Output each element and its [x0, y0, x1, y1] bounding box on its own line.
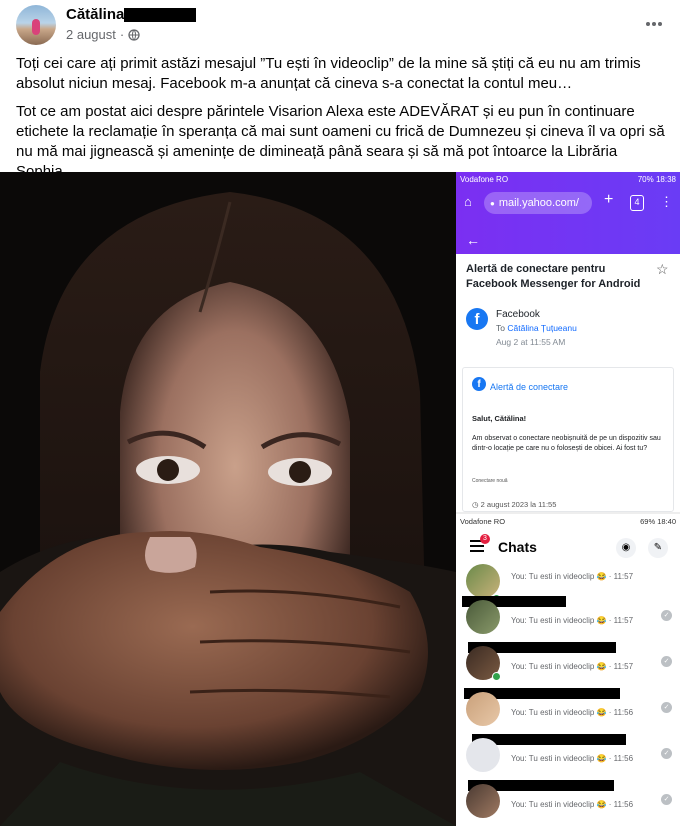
- star-icon[interactable]: ☆: [656, 261, 669, 278]
- url-bar[interactable]: ● mail.yahoo.com/: [484, 192, 592, 214]
- alert-date-text: 2 august 2023 la 11:55: [480, 500, 557, 509]
- clock-icon: ◷: [472, 500, 481, 509]
- chat-row[interactable]: You: Tu esti in videoclip 😂 · 11:57 ✓: [456, 642, 680, 686]
- tab-count[interactable]: 4: [630, 195, 644, 211]
- status-right: 69% 18:40: [640, 516, 676, 526]
- seen-check-icon: ✓: [661, 610, 672, 621]
- meta-separator: ·: [119, 27, 125, 42]
- chat-last-message: You: Tu esti in videoclip 😂 · 11:57: [511, 662, 634, 671]
- alert-title[interactable]: Alertă de conectare: [490, 382, 568, 392]
- messenger-screenshot: Vodafone RO 69% 18:40 3 Chats ◉ ✎ You: T…: [456, 512, 680, 826]
- chat-avatar: [466, 600, 500, 634]
- camera-icon[interactable]: ◉: [616, 538, 636, 558]
- lock-icon: ●: [490, 198, 495, 208]
- author-avatar[interactable]: [16, 5, 56, 45]
- yahoo-app-bar: Vodafone RO 70% 18:38 ⌂ ● mail.yahoo.com…: [456, 172, 680, 254]
- facebook-icon: f: [466, 308, 488, 330]
- phone-screenshots[interactable]: Vodafone RO 70% 18:38 ⌂ ● mail.yahoo.com…: [456, 172, 680, 826]
- carrier-label: Vodafone RO: [460, 174, 509, 184]
- chat-last-message: You: Tu esti in videoclip 😂 · 11:56: [511, 800, 634, 809]
- chat-avatar: [466, 738, 500, 772]
- more-options-icon[interactable]: [644, 14, 664, 34]
- compose-icon[interactable]: ✎: [648, 538, 668, 558]
- post-paragraph-1: Toți cei care ați primit astăzi mesajul …: [16, 55, 641, 92]
- chat-last-message: You: Tu esti in videoclip 😂 · 11:57: [511, 572, 634, 581]
- email-subject: Alertă de conectare pentru Facebook Mess…: [466, 263, 641, 290]
- author-surname-redaction: [124, 7, 197, 22]
- post-date[interactable]: 2 august: [66, 27, 116, 42]
- kebab-menu-icon[interactable]: ⋮: [660, 194, 673, 210]
- home-icon[interactable]: ⌂: [464, 194, 472, 209]
- email-date: Aug 2 at 11:55 AM: [496, 337, 566, 347]
- post-photo-child[interactable]: [0, 172, 456, 826]
- url-text[interactable]: mail.yahoo.com/: [499, 197, 579, 209]
- alert-body: Am observat o conectare neobișnuită de p…: [472, 435, 661, 452]
- chat-last-message: You: Tu esti in videoclip 😂 · 11:56: [511, 754, 634, 763]
- chats-title: Chats: [498, 539, 537, 555]
- alert-greeting: Salut, Cătălina!: [472, 414, 527, 423]
- author-name-text[interactable]: Cătălina: [66, 6, 124, 23]
- email-sender[interactable]: Facebook: [496, 309, 540, 320]
- seen-check-icon: ✓: [661, 702, 672, 713]
- chat-row[interactable]: You: Tu esti in videoclip 😂 · 11:56 ✓: [456, 780, 680, 824]
- post-text: Toți cei care ați primit astăzi mesajul …: [16, 54, 668, 190]
- notification-badge: 3: [480, 534, 490, 544]
- alert-small-label: Conectare nouă: [472, 478, 508, 484]
- chat-row[interactable]: You: Tu esti in videoclip 😂 · 11:56 ✓: [456, 688, 680, 732]
- to-label: To: [496, 323, 505, 333]
- chat-last-message: You: Tu esti in videoclip 😂 · 11:56: [511, 708, 634, 717]
- yahoo-mail-screenshot: Vodafone RO 70% 18:38 ⌂ ● mail.yahoo.com…: [456, 172, 680, 512]
- chat-row[interactable]: You: Tu esti in videoclip 😂 · 11:56 ✓: [456, 734, 680, 778]
- email-recipient: To Cătălina Țuțueanu: [496, 323, 577, 333]
- globe-icon: [128, 28, 140, 41]
- chat-avatar: [466, 784, 500, 818]
- status-right: 70% 18:38: [637, 174, 676, 184]
- seen-check-icon: ✓: [661, 794, 672, 805]
- back-arrow-icon[interactable]: ←: [466, 232, 480, 248]
- seen-check-icon: ✓: [661, 748, 672, 759]
- chat-avatar: [466, 564, 500, 598]
- alert-date: ◷ 2 august 2023 la 11:55: [472, 500, 556, 509]
- to-name[interactable]: Cătălina Țuțueanu: [507, 323, 576, 333]
- chat-last-message: You: Tu esti in videoclip 😂 · 11:57: [511, 616, 634, 625]
- chat-row[interactable]: You: Tu esti in videoclip 😂 · 11:57 ✓: [456, 596, 680, 640]
- carrier-label: Vodafone RO: [460, 516, 506, 526]
- messenger-status-bar: Vodafone RO 69% 18:40: [456, 514, 680, 528]
- child-photo-illustration: [0, 172, 456, 826]
- chat-avatar: [466, 692, 500, 726]
- post-paragraph-2: Tot ce am postat aici despre părintele V…: [16, 103, 665, 180]
- status-bar: Vodafone RO 70% 18:38: [456, 172, 680, 186]
- author-name[interactable]: Cătălina: [66, 6, 197, 23]
- seen-check-icon: ✓: [661, 656, 672, 667]
- post-header: Cătălina 2 august ·: [0, 0, 680, 52]
- online-indicator: [492, 672, 501, 681]
- post-meta: 2 august ·: [66, 27, 140, 42]
- facebook-small-icon: f: [472, 377, 486, 391]
- new-tab-icon[interactable]: +: [604, 191, 613, 209]
